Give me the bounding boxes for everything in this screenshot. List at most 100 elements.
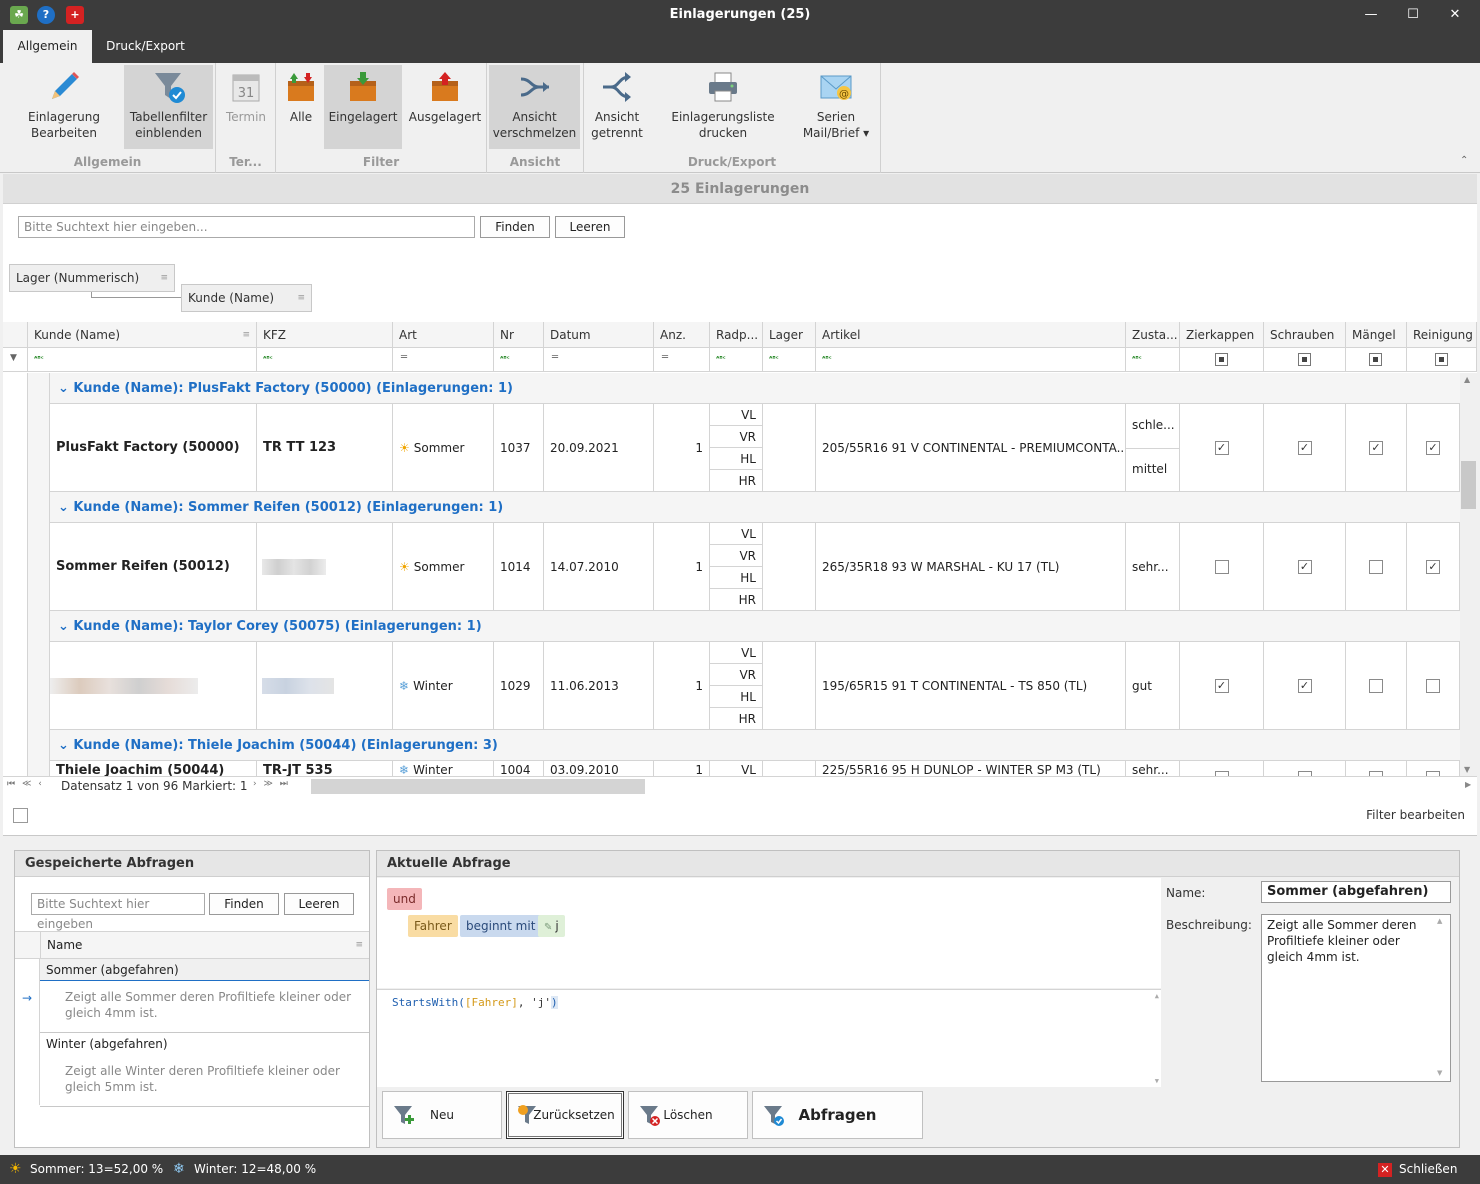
serial-mail-button[interactable]: @ Serien Mail/Brief ▾ (796, 65, 876, 149)
cell-lager[interactable] (763, 642, 816, 730)
field-token[interactable]: Fahrer (408, 915, 458, 937)
saved-search-input[interactable]: Bitte Suchtext hier eingeben (31, 893, 205, 931)
group-row-thiele-joachim[interactable]: ⌄ Kunde (Name): Thiele Joachim (50044) (… (50, 730, 1460, 761)
filter-cell-artikel[interactable]: ᴬᴮᶜ (816, 348, 1126, 372)
column-header-anz[interactable]: Anz. (654, 322, 710, 348)
column-header-zustand[interactable]: Zusta... (1126, 322, 1180, 348)
cell-nr[interactable]: 1037 (494, 404, 544, 492)
cell-nr[interactable]: 1014 (494, 523, 544, 611)
edit-storage-button[interactable]: Einlagerung Bearbeiten (20, 65, 108, 149)
filter-builder[interactable]: und Fahrer beginnt mit ✎ j (377, 878, 1161, 988)
chevron-down-icon[interactable]: ⌄ (58, 500, 73, 515)
checkbox-checked[interactable]: ✓ (1426, 440, 1440, 455)
cell-reinigung[interactable] (1407, 761, 1460, 776)
run-query-button[interactable]: Abfragen (752, 1091, 923, 1139)
cell-art[interactable]: ❄ Winter (393, 761, 494, 776)
column-header-reinigung[interactable]: Reinigung (1407, 322, 1477, 348)
scroll-up-icon[interactable]: ▲ (1437, 917, 1442, 925)
cell-zustand[interactable]: gut (1126, 642, 1180, 730)
chevron-down-icon[interactable]: ⌄ (58, 619, 73, 634)
column-header-schrauben[interactable]: Schrauben (1264, 322, 1346, 348)
scroll-right-icon[interactable]: ▶ (1465, 780, 1471, 789)
cell-datum[interactable]: 11.06.2013 (544, 642, 654, 730)
cell-artikel[interactable]: 205/55R16 91 V CONTINENTAL - PREMIUMCONT… (816, 404, 1126, 492)
cell-art[interactable]: ❄ Winter (393, 642, 494, 730)
checkbox-checked[interactable]: ✓ (1214, 440, 1229, 455)
merge-view-button[interactable]: Ansicht verschmelzen (489, 65, 580, 149)
cell-zustand[interactable]: schle... mittel (1126, 404, 1180, 492)
filter-all-button[interactable]: Alle (280, 65, 322, 149)
maximize-button[interactable]: ☐ (1398, 5, 1428, 25)
column-header-name[interactable]: Name ≡ (40, 932, 369, 958)
filter-cell-lager[interactable]: ᴬᴮᶜ (763, 348, 816, 372)
cell-kfz[interactable] (257, 523, 393, 611)
condition-token[interactable]: beginnt mit (460, 915, 542, 937)
cell-radp[interactable]: VL VR HL HR (710, 404, 763, 492)
cell-artikel[interactable]: 265/35R18 93 W MARSHAL - KU 17 (TL) (816, 523, 1126, 611)
cell-kunde[interactable]: PlusFakt Factory (50000) (50, 404, 257, 492)
nav-first-prev-icons[interactable]: ⏮ ≪ ‹ (7, 779, 44, 789)
reset-query-button[interactable]: Zurücksetzen (506, 1091, 624, 1139)
cell-art[interactable]: ☀ Sommer (393, 523, 494, 611)
column-header-art[interactable]: Art (393, 322, 494, 348)
filter-cell-anz[interactable]: ═ (654, 348, 710, 372)
column-header-datum[interactable]: Datum (544, 322, 654, 348)
name-field[interactable]: Sommer (abgefahren) (1261, 881, 1451, 903)
column-header-lager[interactable]: Lager (763, 322, 816, 348)
close-button[interactable]: Schließen (1399, 1155, 1457, 1184)
saved-query-item[interactable]: Sommer (abgefahren) Zeigt alle Sommer de… (40, 959, 369, 1033)
cell-zierkappen[interactable]: ✓ (1180, 642, 1264, 730)
filter-cell-zierkappen[interactable] (1180, 348, 1264, 372)
column-header-kunde[interactable]: Kunde (Name) ≡ (28, 322, 257, 348)
close-icon[interactable]: ✕ (1378, 1163, 1392, 1177)
column-header-nr[interactable]: Nr (494, 322, 544, 348)
cell-datum[interactable]: 14.07.2010 (544, 523, 654, 611)
checkbox-checked[interactable]: ✓ (1297, 559, 1312, 574)
group-row-sommer-reifen[interactable]: ⌄ Kunde (Name): Sommer Reifen (50012) (E… (50, 492, 1460, 523)
group-by-lager[interactable]: Lager (Nummerisch) ≡ (9, 264, 175, 292)
checkbox-unchecked[interactable] (1369, 678, 1383, 693)
vertical-scrollbar[interactable]: ▲ ▼ (1460, 373, 1477, 776)
column-header-artikel[interactable]: Artikel (816, 322, 1126, 348)
cell-datum[interactable]: 03.09.2010 (544, 761, 654, 776)
search-input[interactable]: Bitte Suchtext hier eingeben... (18, 216, 475, 238)
checkbox-unchecked[interactable] (1426, 678, 1440, 693)
cell-reinigung[interactable]: ✓ (1407, 523, 1460, 611)
cell-schrauben[interactable] (1264, 761, 1346, 776)
operator-token[interactable]: und (387, 888, 422, 910)
scrollbar-thumb[interactable] (1461, 461, 1476, 509)
find-button[interactable]: Finden (480, 216, 550, 238)
scroll-up-icon[interactable]: ▲ (1464, 375, 1470, 384)
cell-datum[interactable]: 20.09.2021 (544, 404, 654, 492)
cell-nr[interactable]: 1004 (494, 761, 544, 776)
filter-cell-kfz[interactable]: ᴬᴮᶜ (257, 348, 393, 372)
filter-cell-art[interactable]: ═ (393, 348, 494, 372)
clear-button[interactable]: Leeren (555, 216, 625, 238)
filter-cell-maengel[interactable] (1346, 348, 1407, 372)
group-by-kunde[interactable]: Kunde (Name) ≡ (181, 284, 312, 312)
print-list-button[interactable]: Einlagerungsliste drucken (668, 65, 778, 149)
tab-druck-export[interactable]: Druck/Export (93, 30, 198, 63)
scroll-down-icon[interactable]: ▼ (1464, 765, 1470, 774)
split-view-button[interactable]: Ansicht getrennt (588, 65, 646, 149)
cell-maengel[interactable] (1346, 761, 1407, 776)
cell-lager[interactable] (763, 761, 816, 776)
saved-clear-button[interactable]: Leeren (284, 893, 354, 915)
column-header-maengel[interactable]: Mängel (1346, 322, 1407, 348)
checkbox-unchecked[interactable] (1214, 559, 1229, 574)
filter-cell-reinigung[interactable] (1407, 348, 1477, 372)
column-header-radp[interactable]: Radp... (710, 322, 763, 348)
chevron-down-icon[interactable]: ⌄ (58, 381, 73, 396)
cell-anz[interactable]: 1 (654, 761, 710, 776)
group-row-plusfakt[interactable]: ⌄ Kunde (Name): PlusFakt Factory (50000)… (50, 373, 1460, 404)
cell-maengel[interactable] (1346, 523, 1407, 611)
filter-cell-schrauben[interactable] (1264, 348, 1346, 372)
column-header-kfz[interactable]: KFZ (257, 322, 393, 348)
cell-artikel[interactable]: 195/65R15 91 T CONTINENTAL - TS 850 (TL) (816, 642, 1126, 730)
scroll-down-icon[interactable]: ▼ (1155, 1077, 1159, 1085)
cell-lager[interactable] (763, 404, 816, 492)
cell-reinigung[interactable]: ✓ (1407, 404, 1460, 492)
cell-art[interactable]: ☀ Sommer (393, 404, 494, 492)
new-query-button[interactable]: Neu (382, 1091, 502, 1139)
cell-lager[interactable] (763, 523, 816, 611)
